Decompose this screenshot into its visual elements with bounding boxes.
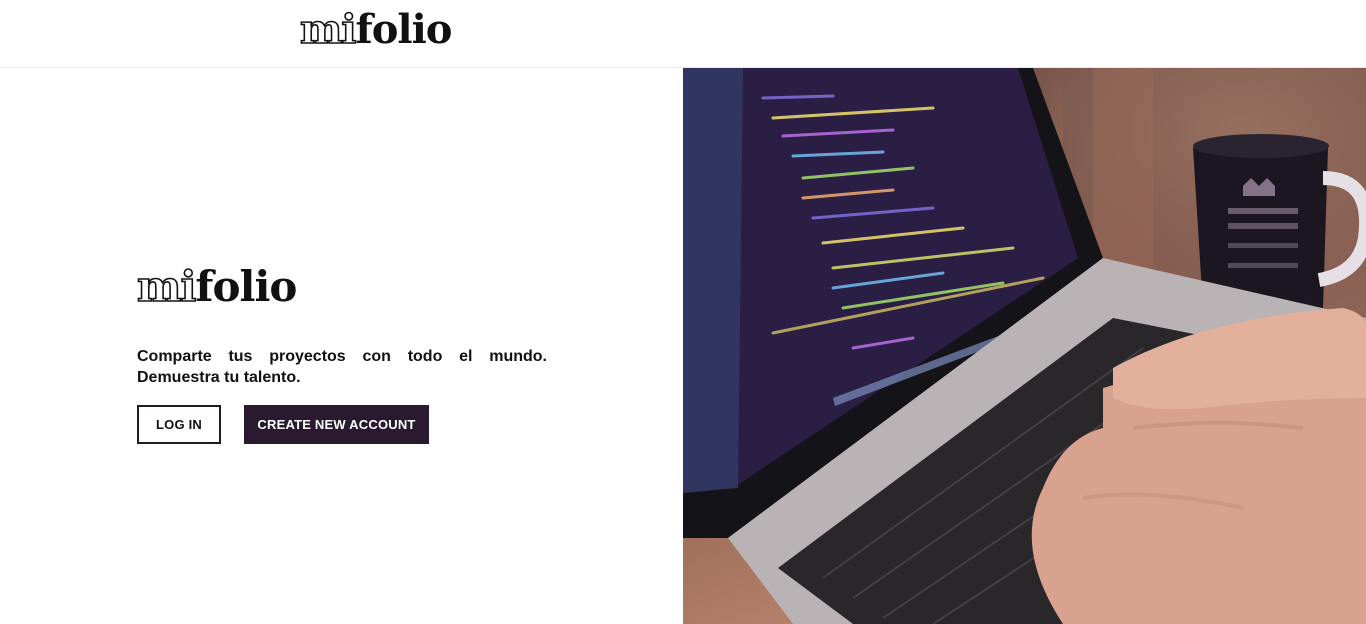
hero-image [683,68,1366,624]
logo-folio: folio [355,6,453,53]
laptop-coding-photo-icon [683,68,1366,624]
login-button[interactable]: LOG IN [137,405,221,444]
logo-mi: mi [299,6,357,53]
welcome-panel: mi folio Comparte tus proyectos con todo … [0,68,683,624]
create-account-button[interactable]: CREATE NEW ACCOUNT [244,405,429,444]
top-navbar: mi folio [0,0,1366,68]
logo-mi: mi [136,262,197,311]
header-logo[interactable]: mi folio [299,6,453,53]
welcome-logo: mi folio [136,262,297,311]
tagline: Comparte tus proyectos con todo el mundo… [137,348,547,386]
logo-folio: folio [195,262,297,311]
